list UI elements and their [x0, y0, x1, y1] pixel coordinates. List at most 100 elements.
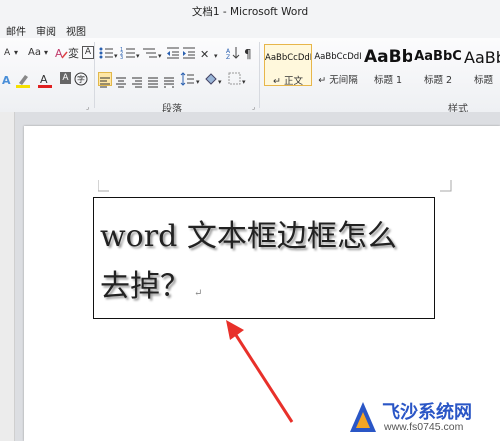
svg-text:¶: ¶ [244, 47, 252, 60]
menu-mail[interactable]: 邮件 [6, 23, 26, 38]
style-no-spacing-sample: AaBbCcDdI [314, 52, 362, 62]
svg-text:▾: ▾ [196, 78, 200, 86]
style-title-sample: AaBb [464, 48, 500, 67]
svg-text:Z: Z [226, 54, 230, 60]
change-case-arrow[interactable]: ▾ [44, 46, 48, 60]
font-dropdown-arrow[interactable]: ▾ [14, 46, 18, 60]
char-border-button[interactable]: A [82, 46, 94, 59]
decrease-indent-icon [167, 47, 179, 59]
sort-icon: AZ [226, 47, 240, 61]
style-heading-1-sample: AaBb [364, 47, 412, 67]
menu-bar: 邮件 审阅 视图 [0, 20, 500, 39]
menu-review[interactable]: 审阅 [36, 23, 56, 38]
text-effects-button[interactable]: A [2, 72, 16, 91]
font-color-button[interactable]: A [38, 72, 56, 93]
align-right-icon [132, 77, 142, 88]
sort-button[interactable]: AZ [226, 46, 240, 65]
title-bar: 文档1 - Microsoft Word [0, 0, 500, 20]
margin-corner-top-right [440, 180, 452, 192]
svg-text:A: A [2, 74, 11, 86]
numbering-icon: 123 ▾ [120, 47, 140, 61]
bullets-icon: ▾ [99, 47, 118, 60]
enclosed-char-icon: 字 [74, 72, 88, 86]
align-center-button[interactable] [114, 72, 128, 88]
show-marks-button[interactable]: ¶ [244, 46, 256, 65]
borders-button[interactable]: ▾ [228, 72, 250, 91]
vertical-ruler [0, 112, 15, 441]
phonetic-guide-button[interactable]: 変 [68, 45, 82, 63]
font-color-icon: A [38, 73, 52, 88]
paragraph-mark: ↵ [194, 288, 203, 299]
style-normal[interactable]: AaBbCcDdI ↵ 正文 [264, 44, 312, 87]
watermark-url: www.fs0745.com [384, 421, 464, 433]
style-heading-1[interactable]: AaBb 标题 1 [364, 44, 412, 86]
char-shading-button[interactable]: A [60, 72, 71, 84]
multilevel-list-button[interactable]: ▾ [142, 46, 164, 65]
style-heading-2[interactable]: AaBbC 标题 2 [414, 44, 462, 86]
decrease-indent-button[interactable] [166, 46, 180, 65]
svg-text:3: 3 [120, 55, 123, 60]
align-left-button[interactable] [98, 72, 112, 88]
style-no-spacing[interactable]: AaBbCcDdI ↵ 无间隔 [314, 44, 362, 86]
increase-indent-icon [183, 47, 195, 59]
text-box[interactable]: word 文本框边框怎么去掉？ ↵ [93, 197, 435, 319]
increase-indent-button[interactable] [182, 46, 196, 65]
svg-text:▾: ▾ [214, 52, 218, 60]
style-heading-1-name: 标题 1 [373, 75, 403, 86]
paint-bucket-icon: ▾ [205, 73, 222, 86]
svg-text:A: A [40, 73, 48, 86]
svg-text:字: 字 [77, 74, 85, 84]
svg-text:変: 変 [68, 46, 79, 59]
enclosed-char-button[interactable]: 字 [74, 72, 88, 91]
svg-text:▾: ▾ [136, 52, 140, 60]
line-spacing-icon: ▾ [180, 72, 200, 86]
chinese-layout-icon: ✕ ▾ [200, 48, 218, 61]
style-title-name: 标题 [474, 75, 494, 86]
ribbon-separator [259, 42, 260, 108]
highlight-color-button[interactable] [16, 72, 36, 93]
distributed-icon [164, 77, 174, 88]
svg-text:▾: ▾ [218, 78, 222, 86]
arrow-shaft [232, 331, 294, 423]
svg-text:▾: ▾ [242, 78, 246, 86]
change-case-button[interactable]: Aa [28, 46, 41, 60]
text-effects-icon: A [2, 74, 11, 87]
style-title[interactable]: AaBb 标题 [464, 44, 500, 86]
text-box-text: word 文本框边框怎么去掉？ [100, 219, 397, 304]
clear-format-icon[interactable]: A [54, 46, 68, 65]
chinese-layout-button[interactable]: ✕ ▾ [200, 46, 222, 65]
arrow-head [226, 320, 244, 340]
clear-format-icon-glyph: A [55, 47, 68, 60]
text-box-content[interactable]: word 文本框边框怎么去掉？ ↵ [100, 212, 420, 319]
shading-button[interactable]: ▾ [204, 72, 226, 91]
align-left-icon [100, 77, 110, 88]
align-right-button[interactable] [130, 72, 144, 88]
svg-text:✕: ✕ [200, 48, 209, 60]
multilevel-list-icon: ▾ [143, 48, 162, 60]
justify-icon [148, 77, 158, 88]
svg-text:▾: ▾ [158, 52, 162, 60]
pilcrow-icon: ¶ [244, 47, 252, 61]
menu-view[interactable]: 视图 [66, 23, 86, 38]
window-title: 文档1 - Microsoft Word [191, 6, 309, 18]
svg-text:▾: ▾ [114, 52, 118, 60]
shrink-font-button[interactable]: A [4, 46, 10, 60]
numbering-button[interactable]: 1 2 3 ▾ [120, 46, 142, 65]
watermark-logo [350, 402, 376, 432]
ribbon-separator [94, 42, 95, 108]
svg-text:A: A [55, 47, 63, 60]
style-normal-name: ↵ 正文 [273, 76, 303, 87]
line-spacing-button[interactable]: ▾ [180, 72, 202, 91]
justify-button[interactable] [146, 72, 160, 88]
align-center-icon [116, 77, 126, 88]
style-heading-2-sample: AaBbC [414, 49, 462, 64]
style-heading-2-name: 标题 2 [423, 75, 453, 86]
highlighter-icon [16, 75, 30, 88]
style-no-spacing-name: ↵ 无间隔 [318, 75, 358, 86]
phonetic-icon: 変 [68, 46, 79, 60]
margin-corner-top-left [98, 180, 109, 192]
style-normal-sample: AaBbCcDdI [265, 53, 311, 63]
bullets-button[interactable]: ▾ [98, 46, 120, 65]
annotation-arrow [226, 320, 294, 423]
distributed-button[interactable] [162, 72, 176, 88]
